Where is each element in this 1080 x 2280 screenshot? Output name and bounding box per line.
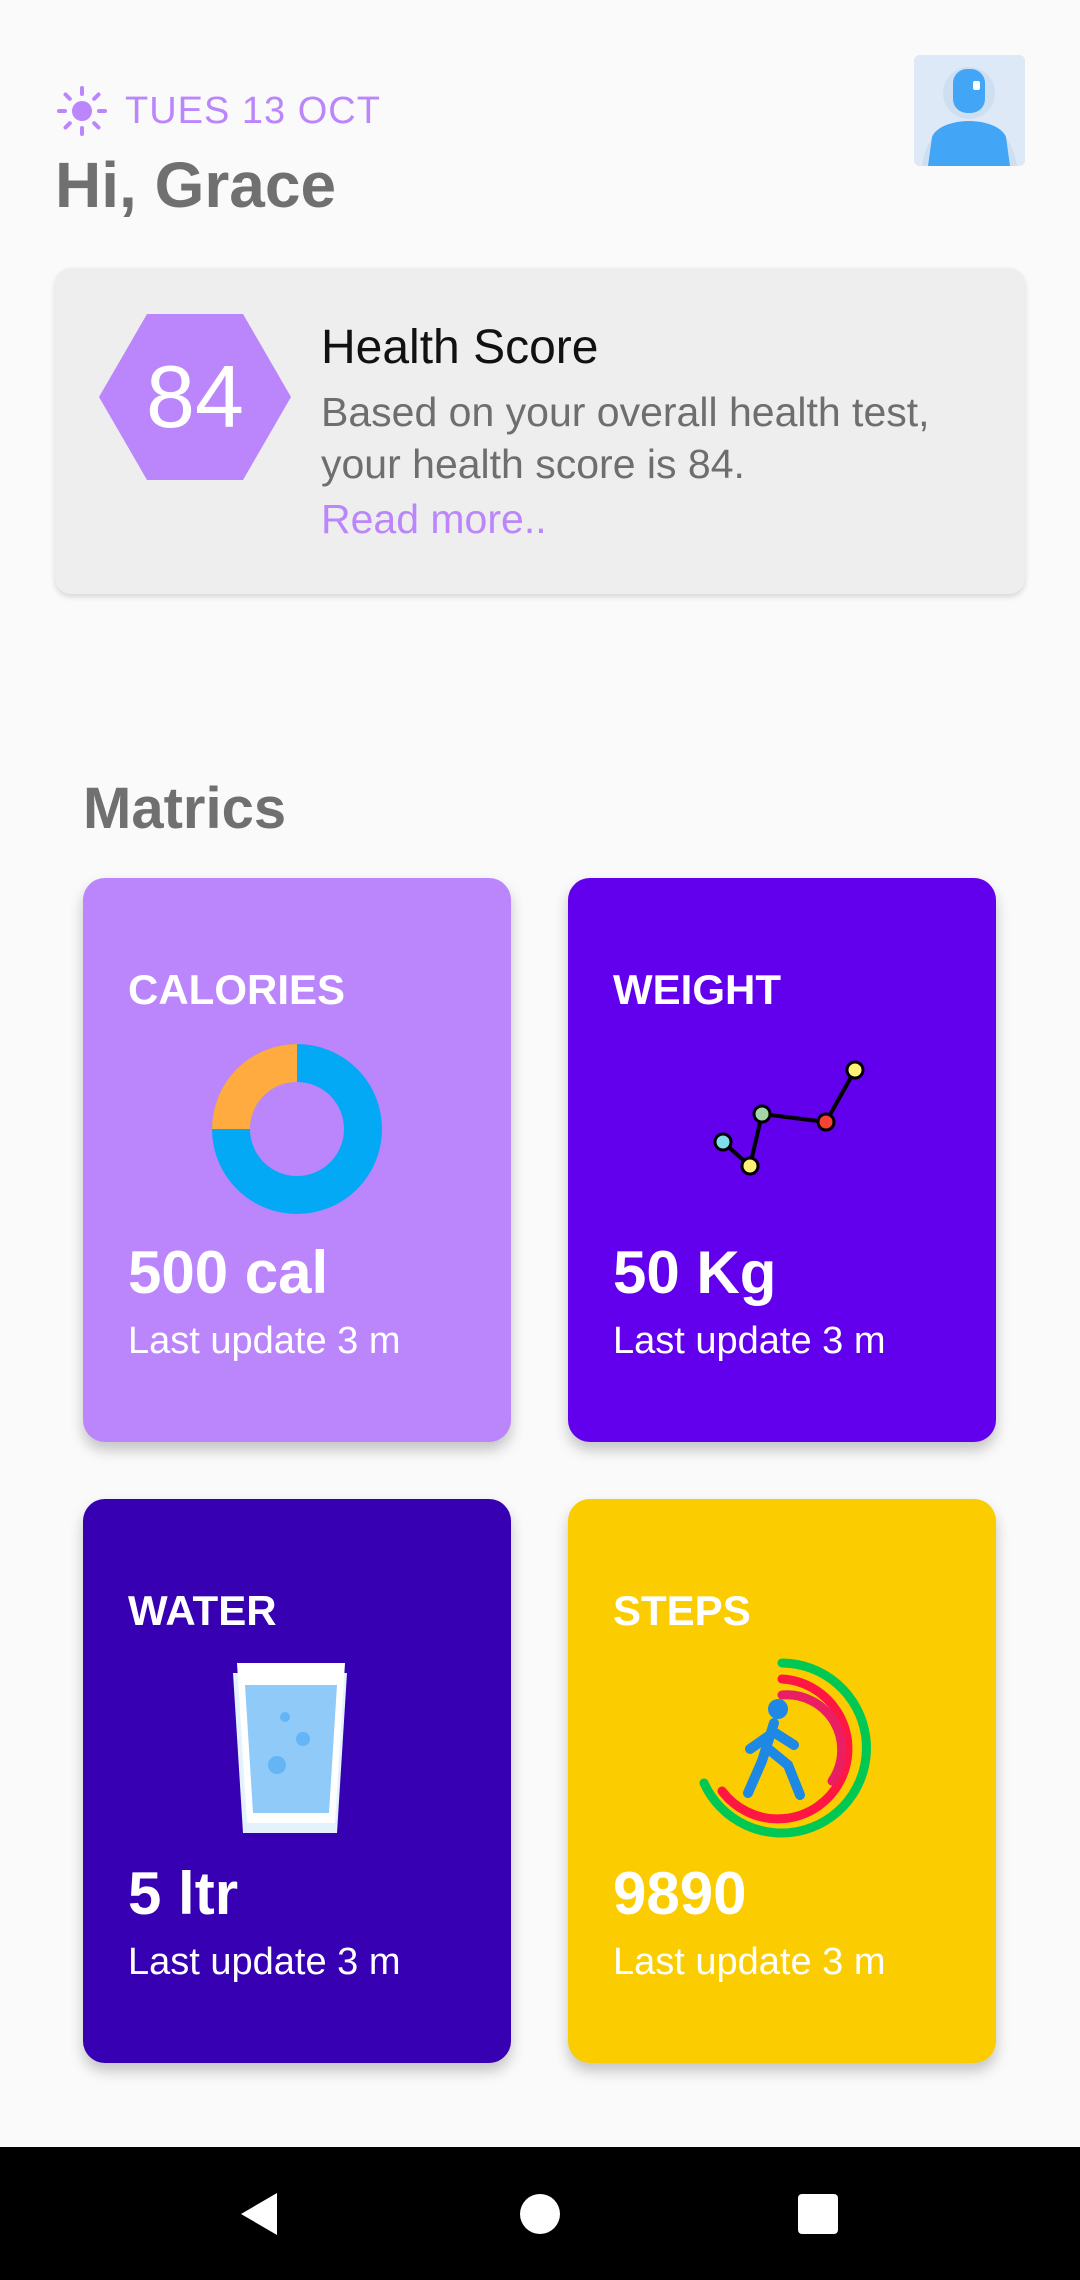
- date-label: TUES 13 OCT: [125, 89, 381, 132]
- date-row: TUES 13 OCT: [55, 86, 381, 136]
- water-glass-icon: [197, 1655, 397, 1845]
- tile-value: 9890: [613, 1860, 747, 1927]
- system-nav-bar: [0, 2147, 1080, 2280]
- health-score-card[interactable]: 84 Health Score Based on your overall he…: [55, 268, 1025, 594]
- steps-tile[interactable]: STEPS 9890 Last update 3 m: [568, 1499, 996, 2063]
- tile-label: CALORIES: [128, 966, 346, 1013]
- health-score-description: Based on your overall health test, your …: [321, 389, 930, 487]
- tile-label: WEIGHT: [613, 966, 781, 1013]
- read-more-link[interactable]: Read more..: [321, 496, 547, 543]
- tile-update-text: Last update 3 m: [613, 1320, 886, 1362]
- sun-icon: [57, 86, 107, 136]
- tile-update-text: Last update 3 m: [128, 1941, 401, 1983]
- health-score-title: Health Score: [321, 321, 599, 374]
- line-graph-icon: [682, 1034, 882, 1224]
- back-triangle-icon: [241, 2192, 277, 2235]
- health-score-badge: 84: [99, 314, 291, 480]
- user-avatar[interactable]: [914, 55, 1025, 166]
- metrics-section-title: Matrics: [83, 776, 287, 841]
- home-circle-icon: [520, 2193, 560, 2234]
- tile-value: 500 cal: [128, 1239, 329, 1306]
- nav-back-button[interactable]: [200, 2147, 320, 2280]
- user-avatar-icon: [914, 55, 1025, 166]
- tile-value: 5 ltr: [128, 1860, 239, 1927]
- tile-update-text: Last update 3 m: [613, 1941, 886, 1983]
- tile-label: WATER: [128, 1587, 277, 1634]
- calories-tile[interactable]: CALORIES 500 cal Last update 3 m: [83, 878, 511, 1442]
- tile-update-text: Last update 3 m: [128, 1320, 401, 1362]
- tile-value: 50 Kg: [613, 1239, 777, 1306]
- health-score-value: 84: [146, 347, 244, 446]
- walking-rings-icon: [682, 1655, 882, 1845]
- donut-chart-icon: [197, 1034, 397, 1224]
- weight-tile[interactable]: WEIGHT 50 Kg Last update 3 m: [568, 878, 996, 1442]
- nav-recents-button[interactable]: [758, 2147, 878, 2280]
- recents-square-icon: [798, 2193, 838, 2234]
- nav-home-button[interactable]: [480, 2147, 600, 2280]
- tile-label: STEPS: [613, 1587, 751, 1634]
- greeting-title: Hi, Grace: [55, 149, 337, 221]
- water-tile[interactable]: WATER 5 ltr Last update 3 m: [83, 1499, 511, 2063]
